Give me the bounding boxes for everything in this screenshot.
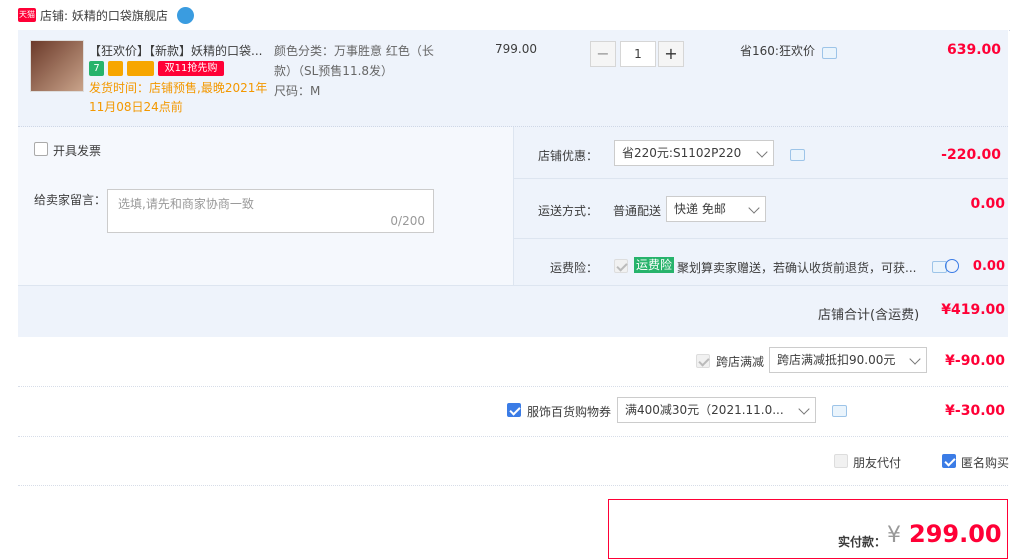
shop-discount-label: 店铺优惠：: [538, 149, 599, 163]
attr-color-line1: 颜色分类：万事胜意 红色（长: [274, 44, 434, 58]
coupon-label: 服饰百货购物券: [527, 405, 612, 419]
seller-message-textarea[interactable]: 选填,请先和商家协商一致 0/200: [107, 189, 434, 233]
cross-store-label: 跨店满减: [716, 355, 765, 369]
row-divider: [18, 485, 1008, 487]
invoice-checkbox[interactable]: [34, 142, 48, 156]
cross-store-amount: ¥-90.00: [945, 353, 1005, 369]
invoice-label: 开具发票: [53, 144, 102, 158]
promo-tag: 双11抢先购: [158, 61, 224, 76]
service-tag-icon: [108, 61, 123, 76]
attr-color-line2: 款）（SL预售11.8发）: [274, 64, 394, 78]
quantity-minus-button[interactable]: −: [590, 41, 616, 67]
cross-store-checkbox: [696, 354, 710, 368]
message-placeholder: 选填,请先和商家协商一致: [118, 197, 254, 211]
service-tag-7days: 7: [89, 61, 104, 76]
coupon-amount: ¥-30.00: [945, 403, 1005, 419]
quantity-input[interactable]: 1: [620, 41, 656, 67]
anonymous-checkbox[interactable]: [942, 454, 956, 468]
shop-total-amount: ¥419.00: [941, 302, 1005, 318]
panel-divider: [513, 127, 514, 285]
product-thumbnail[interactable]: [30, 40, 84, 92]
unit-price: 799.00: [495, 42, 537, 56]
comment-icon[interactable]: [832, 405, 847, 417]
shipping-time-line1: 发货时间：店铺预售,最晚2021年: [89, 81, 268, 95]
row-divider: [18, 285, 1008, 286]
cross-store-option: 跨店满减抵扣90.00元: [777, 353, 896, 367]
shipping-option: 快递 免邮: [674, 202, 726, 216]
insurance-badge: 运费险: [634, 257, 675, 273]
shop-total-label: 店铺合计(含运费): [818, 308, 920, 323]
shipping-amount: 0.00: [970, 196, 1005, 212]
product-title-link[interactable]: 【狂欢价】【新款】妖精的口袋...: [89, 42, 274, 59]
comment-icon[interactable]: [790, 149, 805, 161]
insurance-label: 运费险：: [550, 261, 599, 275]
card-payment-icon: [127, 61, 154, 76]
message-counter: 0/200: [390, 214, 425, 228]
help-icon[interactable]: [945, 259, 959, 273]
shop-discount-select[interactable]: 省220元:S1102P220: [614, 140, 774, 166]
shop-name-link[interactable]: 店铺: 妖精的口袋旗舰店: [40, 7, 168, 24]
coupon-option: 满400减30元（2021.11.0...: [625, 403, 784, 417]
row-divider: [18, 436, 1008, 438]
coupon-checkbox[interactable]: [507, 403, 521, 417]
shop-discount-amount: -220.00: [941, 147, 1001, 163]
friend-pay-label: 朋友代付: [853, 456, 902, 470]
quantity-plus-button[interactable]: +: [658, 41, 684, 67]
row-divider: [18, 386, 1008, 388]
cross-store-select[interactable]: 跨店满减抵扣90.00元: [769, 347, 927, 373]
anonymous-label: 匿名购买: [961, 456, 1010, 470]
shop-discount-value: 省220元:S1102P220: [622, 146, 742, 160]
insurance-checkbox: [614, 259, 628, 273]
payment-amount: 299.00: [909, 520, 1002, 548]
message-label: 给卖家留言：: [34, 193, 107, 207]
coupon-select[interactable]: 满400减30元（2021.11.0...: [617, 397, 816, 423]
shipping-label: 运送方式：: [538, 204, 599, 218]
shipping-time-line2: 11月08日24点前: [89, 100, 183, 114]
payment-currency: ¥: [887, 523, 901, 548]
tmall-badge: 天猫: [18, 8, 36, 22]
shipping-select[interactable]: 快递 免邮: [666, 196, 766, 222]
friend-pay-checkbox: [834, 454, 848, 468]
insurance-text: 聚划算卖家赠送，若确认收货前退货，可获...: [677, 261, 917, 275]
shipping-type: 普通配送: [613, 204, 662, 218]
row-divider: [514, 178, 1008, 179]
comment-icon[interactable]: [822, 47, 837, 59]
discount-note: 省160:狂欢价: [740, 44, 815, 58]
payment-label: 实付款：: [838, 535, 887, 549]
attr-size: 尺码：M: [274, 84, 321, 98]
row-divider: [514, 238, 1008, 239]
wangwang-chat-icon[interactable]: [177, 7, 194, 24]
insurance-amount: 0.00: [972, 259, 1005, 274]
item-subtotal: 639.00: [946, 42, 1001, 58]
